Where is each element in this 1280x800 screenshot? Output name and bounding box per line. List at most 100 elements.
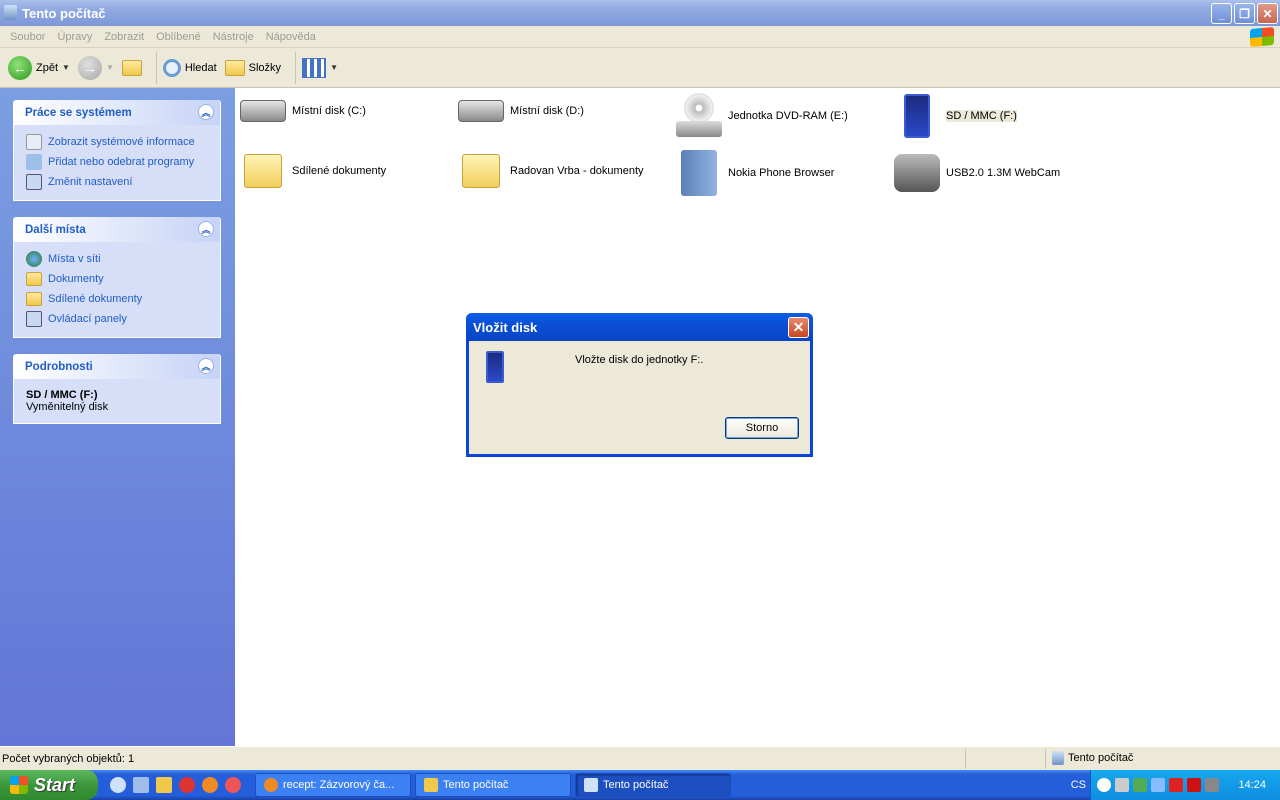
panel-header[interactable]: Podrobnosti ︽ <box>14 354 220 379</box>
link-control-panel[interactable]: Ovládací panely <box>26 309 208 329</box>
network-icon[interactable] <box>1205 778 1219 792</box>
documents-icon <box>26 272 42 286</box>
status-location: Tento počítač <box>1068 752 1134 764</box>
link-shared-documents[interactable]: Sdílené dokumenty <box>26 289 208 309</box>
computer-icon <box>584 778 598 792</box>
menu-view[interactable]: Zobrazit <box>104 31 144 43</box>
menu-tools[interactable]: Nástroje <box>213 31 254 43</box>
desktop-icon[interactable] <box>133 777 149 793</box>
explorer-icon[interactable] <box>156 777 172 793</box>
link-network-places[interactable]: Místa v síti <box>26 249 208 269</box>
windows-logo-icon <box>1250 26 1274 48</box>
task-firefox[interactable]: recept: Zázvorový ča... <box>255 773 411 797</box>
folder-icon <box>424 778 438 792</box>
menu-help[interactable]: Nápověda <box>266 31 316 43</box>
chevron-down-icon[interactable]: ▼ <box>106 63 114 72</box>
link-label: Sdílené dokumenty <box>48 293 143 305</box>
task-explorer[interactable]: Tento počítač <box>415 773 571 797</box>
sd-card-icon <box>486 351 504 383</box>
chevron-down-icon: ▼ <box>330 63 338 72</box>
language-indicator[interactable]: CS <box>1071 779 1086 791</box>
shared-documents[interactable]: Sdílené dokumenty <box>240 154 386 188</box>
chevron-down-icon[interactable]: ▼ <box>62 63 70 72</box>
back-button[interactable]: ← Zpět ▼ <box>8 55 70 80</box>
start-button[interactable]: Start <box>0 770 98 800</box>
user-documents[interactable]: Radovan Vrba - dokumenty <box>458 154 644 188</box>
cancel-button[interactable]: Storno <box>725 417 799 439</box>
dialog-title: Vložit disk <box>473 319 538 335</box>
minimize-button[interactable]: _ <box>1211 3 1232 24</box>
panel-title: Další místa <box>25 223 86 236</box>
task-my-computer[interactable]: Tento počítač <box>575 773 731 797</box>
computer-icon <box>4 5 17 20</box>
link-system-info[interactable]: Zobrazit systémové informace <box>26 132 208 152</box>
link-add-remove-programs[interactable]: Přidat nebo odebrat programy <box>26 152 208 172</box>
menu-file[interactable]: Soubor <box>10 31 45 43</box>
details-panel: Podrobnosti ︽ SD / MMC (F:) Vyměnitelný d… <box>13 354 221 424</box>
drive-e[interactable]: Jednotka DVD-RAM (E:) <box>676 93 848 139</box>
panel-header[interactable]: Práce se systémem ︽ <box>14 100 220 125</box>
item-label: SD / MMC (F:) <box>946 110 1017 122</box>
safely-remove-icon[interactable] <box>1133 778 1147 792</box>
wireless-icon[interactable] <box>1151 778 1165 792</box>
window-title: Tento počítač <box>22 5 106 21</box>
search-button[interactable]: Hledat <box>162 58 217 77</box>
folders-button[interactable]: Složky <box>224 59 281 76</box>
collapse-icon[interactable]: ︽ <box>198 104 214 120</box>
views-button[interactable]: ▼ <box>302 57 338 78</box>
drive-f[interactable]: SD / MMC (F:) <box>894 94 1017 138</box>
hard-drive-icon <box>240 100 286 122</box>
link-change-settings[interactable]: Změnit nastavení <box>26 172 208 192</box>
clock[interactable]: 14:24 <box>1238 779 1266 791</box>
ie-icon[interactable] <box>110 777 126 793</box>
drive-c[interactable]: Místní disk (C:) <box>240 100 366 122</box>
status-selection-count: Počet vybraných objektů: 1 <box>2 753 135 765</box>
folder-icon <box>462 154 500 188</box>
up-button[interactable] <box>121 59 142 76</box>
folders-icon <box>224 59 245 76</box>
network-icon <box>26 251 42 267</box>
item-label: Místní disk (D:) <box>510 105 584 117</box>
nokia-phone-browser[interactable]: Nokia Phone Browser <box>676 150 834 196</box>
drive-d[interactable]: Místní disk (D:) <box>458 100 584 122</box>
camera-icon <box>894 154 940 192</box>
folder-up-icon <box>121 59 142 76</box>
forward-button[interactable]: → ▼ <box>77 55 114 80</box>
dvd-drive-icon <box>676 93 722 139</box>
dialog-title-bar: Vložit disk ✕ <box>466 313 813 341</box>
task-label: Tento počítač <box>443 779 509 791</box>
search-icon <box>162 58 181 77</box>
settings-icon <box>26 174 42 190</box>
close-button[interactable]: ✕ <box>1257 3 1278 24</box>
collapse-icon[interactable]: ︽ <box>198 221 214 237</box>
camera-tray-icon[interactable] <box>1115 778 1129 792</box>
sd-card-icon <box>904 94 930 138</box>
link-label: Ovládací panely <box>48 313 127 325</box>
system-tray: 14:24 <box>1090 770 1280 800</box>
app-icon[interactable] <box>225 777 241 793</box>
item-label: Nokia Phone Browser <box>728 167 835 179</box>
details-name: SD / MMC (F:) <box>26 389 98 401</box>
item-label: Radovan Vrba - dokumenty <box>510 165 644 177</box>
computer-icon <box>1052 751 1064 765</box>
system-tasks-panel: Práce se systémem ︽ Zobrazit systémové in… <box>13 100 221 201</box>
item-label: Místní disk (C:) <box>292 105 366 117</box>
collapse-icon[interactable]: ︽ <box>198 358 214 374</box>
control-panel-icon <box>26 311 42 327</box>
menu-edit[interactable]: Úpravy <box>57 31 92 43</box>
menu-favorites[interactable]: Oblíbené <box>156 31 201 43</box>
menu-bar: Soubor Úpravy Zobrazit Oblíbené Nástroje… <box>0 26 1280 48</box>
task-pane: Práce se systémem ︽ Zobrazit systémové in… <box>0 88 235 746</box>
panel-title: Práce se systémem <box>25 106 132 119</box>
dialog-close-button[interactable]: ✕ <box>788 317 809 338</box>
firefox-icon[interactable] <box>202 777 218 793</box>
app-icon[interactable] <box>179 777 195 793</box>
antivirus-icon[interactable] <box>1169 778 1183 792</box>
panel-header[interactable]: Další místa ︽ <box>14 217 220 242</box>
link-documents[interactable]: Dokumenty <box>26 269 208 289</box>
ati-icon[interactable] <box>1187 778 1201 792</box>
webcam[interactable]: USB2.0 1.3M WebCam <box>894 154 1060 192</box>
restore-button[interactable]: ❐ <box>1234 3 1255 24</box>
show-hidden-icons-button[interactable] <box>1097 778 1111 792</box>
views-icon <box>302 57 327 78</box>
